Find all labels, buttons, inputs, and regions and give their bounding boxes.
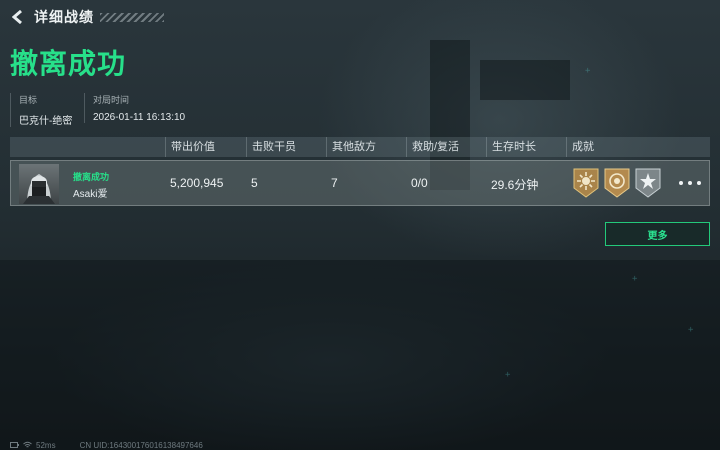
sun-medal-icon[interactable] bbox=[573, 168, 599, 198]
status-footer: 52ms CN UID:164300176016138497646 bbox=[10, 440, 203, 450]
meta-label: 对局时间 bbox=[93, 95, 130, 105]
avatar bbox=[19, 164, 59, 204]
uid-text: CN UID:164300176016138497646 bbox=[79, 440, 203, 450]
cell-survival-time: 29.6分钟 bbox=[491, 178, 539, 192]
cell-other-enemies: 7 bbox=[331, 176, 338, 190]
background-silhouette bbox=[480, 60, 570, 100]
cell-kills: 5 bbox=[251, 176, 258, 190]
meta-time: 对局时间 2026-01-11 16:13:10 bbox=[84, 93, 185, 123]
column-header-assist-revive: 救助/复活 bbox=[406, 137, 459, 157]
chevron-left-icon bbox=[12, 10, 22, 24]
dot bbox=[688, 181, 692, 185]
hud-mark: + bbox=[632, 274, 638, 284]
hud-mark: + bbox=[505, 370, 511, 380]
cell-value: 5,200,945 bbox=[170, 176, 224, 190]
star-medal-icon[interactable] bbox=[635, 168, 661, 198]
wifi-icon bbox=[23, 441, 32, 448]
more-dots-icon[interactable] bbox=[679, 175, 701, 191]
player-row[interactable]: 撤离成功 Asaki爱 5,200,945 5 7 0/0 29.6分钟 bbox=[10, 160, 710, 206]
meta-value: 2026-01-11 16:13:10 bbox=[93, 112, 186, 123]
dot bbox=[697, 181, 701, 185]
dot bbox=[679, 181, 683, 185]
cell-assist-revive: 0/0 bbox=[411, 176, 428, 190]
more-button[interactable]: 更多 bbox=[605, 222, 710, 246]
table-header: 带出价值 击败干员 其他敌方 救助/复活 生存时长 成就 bbox=[10, 137, 710, 157]
column-header-survival-time: 生存时长 bbox=[486, 137, 536, 157]
back-button[interactable] bbox=[8, 7, 28, 27]
background-ground bbox=[0, 260, 720, 450]
player-name: Asaki爱 bbox=[73, 189, 108, 200]
row-status: 撤离成功 bbox=[73, 172, 110, 182]
header-decoration bbox=[100, 12, 164, 22]
battery-icon bbox=[10, 442, 19, 448]
meta-label: 目标 bbox=[19, 95, 38, 105]
hud-mark: + bbox=[585, 66, 591, 76]
hud-mark: + bbox=[688, 325, 694, 335]
column-header-value: 带出价值 bbox=[165, 137, 215, 157]
page-title: 详细战绩 bbox=[34, 9, 94, 25]
meta-value: 巴克什-绝密 bbox=[19, 116, 73, 127]
column-header-kills: 击败干员 bbox=[246, 137, 296, 157]
target-medal-icon[interactable] bbox=[604, 168, 630, 198]
meta-target: 目标 巴克什-绝密 bbox=[10, 93, 72, 127]
result-title: 撤离成功 bbox=[10, 48, 127, 79]
column-header-achievements: 成就 bbox=[566, 137, 594, 157]
ping-text: 52ms bbox=[36, 440, 56, 450]
header: 详细战绩 bbox=[8, 7, 164, 27]
column-header-other-enemies: 其他敌方 bbox=[326, 137, 376, 157]
